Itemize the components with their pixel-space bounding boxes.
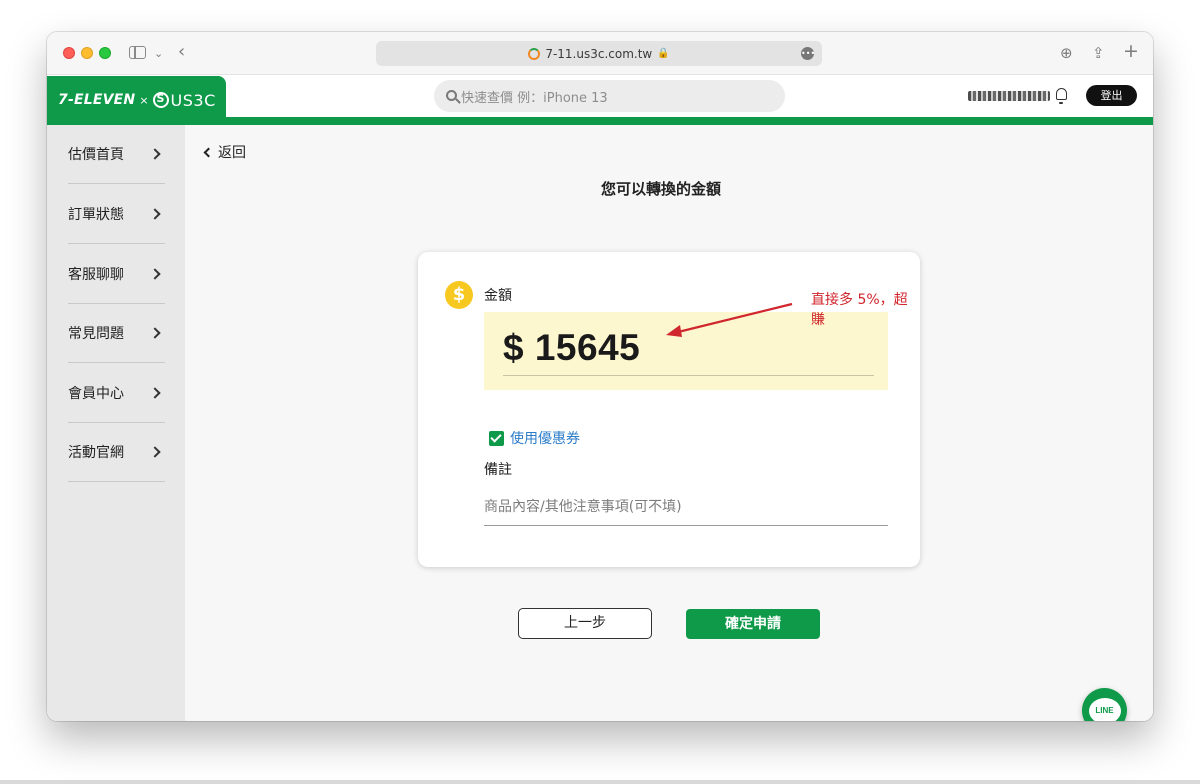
amount-label: 金額: [484, 288, 512, 304]
back-label: 返回: [218, 145, 246, 161]
previous-step-button[interactable]: 上一步: [518, 608, 652, 639]
bell-icon[interactable]: [1056, 88, 1067, 104]
site-favicon-icon: [528, 47, 541, 60]
sidebar-toggle-icon[interactable]: [129, 46, 146, 59]
brand-logo[interactable]: 7-ELEVEN × US3C: [47, 76, 226, 124]
close-window-button[interactable]: [63, 47, 75, 59]
bottom-strip: [0, 780, 1200, 784]
search-icon: [446, 89, 457, 101]
note-label: 備註: [484, 462, 512, 478]
zoom-window-button[interactable]: [99, 47, 111, 59]
annotation-arrow-icon: [666, 302, 793, 337]
annotation-text: 直接多 5%，超賺: [811, 292, 908, 328]
chevron-right-icon: [149, 268, 161, 280]
back-arrow-icon[interactable]: ‹: [178, 41, 185, 63]
chevron-right-icon: [149, 387, 161, 399]
new-tab-icon[interactable]: +: [1123, 40, 1139, 62]
logout-button[interactable]: 登出: [1086, 85, 1137, 106]
coupon-label[interactable]: 使用優惠券: [510, 428, 580, 448]
coupon-checkbox[interactable]: 使用優惠券: [489, 428, 580, 448]
main-content: 返回 您可以轉換的金額 $ 金額 $ 15645 直接多 5%，超賺 使用優惠券…: [185, 125, 1153, 721]
sidebar-item-label: 客服聊聊: [68, 267, 124, 283]
sidebar-item-support-chat[interactable]: 客服聊聊: [68, 245, 165, 304]
sidebar-item-label: 會員中心: [68, 386, 124, 402]
url-text: 7-11.us3c.com.tw: [545, 46, 653, 61]
chevron-down-icon[interactable]: ⌄: [154, 43, 163, 65]
logo-us3c-text: US3C: [170, 90, 216, 110]
coin-icon: $: [445, 281, 473, 309]
search-placeholder: 快速查價 例：iPhone 13: [461, 90, 608, 106]
sidebar-item-estimate-home[interactable]: 估價首頁: [68, 125, 165, 184]
download-icon[interactable]: ⊕: [1060, 42, 1073, 64]
logo-711-text: 7-ELEVEN: [58, 92, 136, 108]
chevron-right-icon: [149, 208, 161, 220]
browser-toolbar: ⌄ ‹ 7-11.us3c.com.tw 🔒 ••• ⊕ ⇪ +: [47, 32, 1153, 75]
site-header: 7-ELEVEN × US3C 快速查價 例：iPhone 13 登出: [47, 75, 1153, 124]
sidebar-item-event-site[interactable]: 活動官網: [68, 423, 165, 482]
sidebar-item-label: 常見問題: [68, 326, 124, 342]
line-icon: LINE: [1088, 697, 1121, 721]
browser-window: ⌄ ‹ 7-11.us3c.com.tw 🔒 ••• ⊕ ⇪ + 7-ELEVE…: [47, 32, 1153, 721]
chevron-right-icon: [149, 148, 161, 160]
sidebar-item-member-center[interactable]: 會員中心: [68, 364, 165, 423]
minimize-window-button[interactable]: [81, 47, 93, 59]
sidebar: 估價首頁 訂單狀態 客服聊聊 常見問題 會員中心 活動官網: [47, 125, 185, 721]
address-bar[interactable]: 7-11.us3c.com.tw 🔒 •••: [376, 41, 822, 66]
sidebar-item-label: 活動官網: [68, 445, 124, 461]
amount-card: $ 金額 $ 15645 直接多 5%，超賺 使用優惠券 備註: [418, 252, 920, 567]
amount-underline: [503, 375, 874, 376]
chevron-right-icon: [149, 446, 161, 458]
lock-icon: 🔒: [657, 48, 670, 59]
note-input[interactable]: [484, 489, 888, 526]
line-chat-button[interactable]: LINE: [1082, 688, 1127, 721]
sidebar-item-order-status[interactable]: 訂單狀態: [68, 185, 165, 244]
us3c-logo-icon: [152, 92, 169, 108]
amount-value: $ 15645: [503, 327, 641, 368]
chevron-right-icon: [149, 327, 161, 339]
back-link[interactable]: 返回: [203, 142, 246, 162]
logo-separator: ×: [139, 93, 149, 107]
search-input[interactable]: 快速查價 例：iPhone 13: [434, 80, 785, 112]
share-icon[interactable]: ⇪: [1092, 42, 1105, 64]
submit-application-button[interactable]: 確定申請: [686, 609, 820, 639]
sidebar-item-faq[interactable]: 常見問題: [68, 304, 165, 363]
sidebar-item-label: 估價首頁: [68, 147, 124, 163]
sidebar-item-label: 訂單狀態: [68, 207, 124, 223]
page-title-text: 您可以轉換的金額: [601, 180, 722, 198]
checkbox-checked-icon[interactable]: [489, 430, 504, 446]
reader-icon[interactable]: •••: [801, 47, 815, 60]
user-name-redacted: [968, 91, 1050, 101]
chevron-left-icon: [203, 147, 214, 157]
